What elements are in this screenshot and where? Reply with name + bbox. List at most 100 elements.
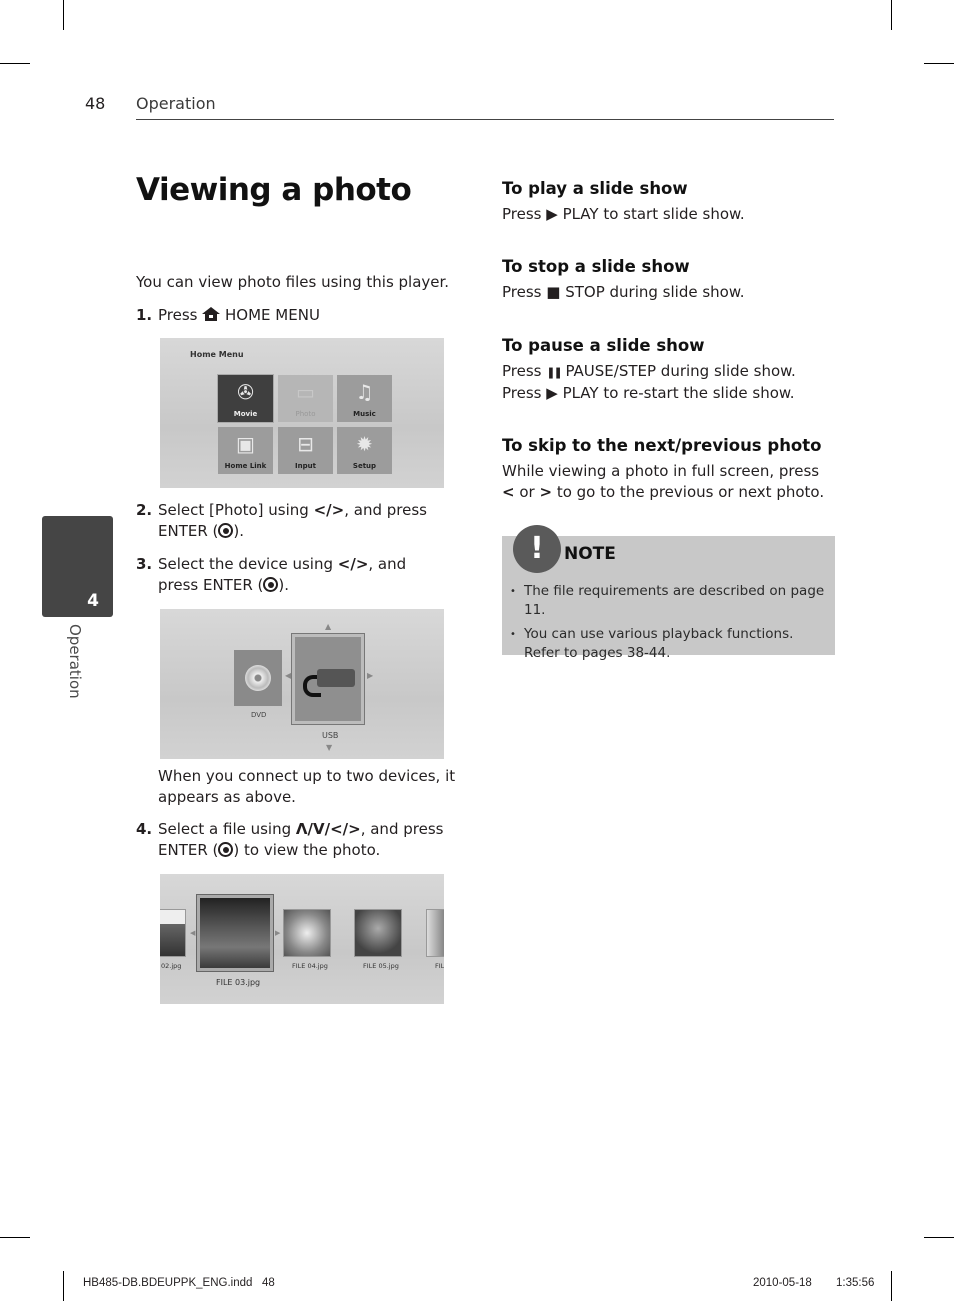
note-item: You can use various playback functions. … xyxy=(510,625,827,663)
section-text: While viewing a photo in full screen, pr… xyxy=(502,462,825,501)
tile-label: Setup xyxy=(352,462,377,470)
crop-mark xyxy=(924,1237,954,1238)
step-text: ). xyxy=(233,522,245,540)
step-number: 3. xyxy=(136,555,153,573)
gear-icon: ✹ xyxy=(356,432,373,456)
device-select-screenshot: DVD ◀ ▶ ▲ USB ▼ xyxy=(160,609,444,759)
left-right-keys: </> xyxy=(313,501,345,519)
step-number: 2. xyxy=(136,501,153,519)
section-text: Press ■ STOP during slide show. xyxy=(502,283,745,301)
page-number: 48 xyxy=(85,94,106,113)
device-label: DVD xyxy=(251,711,267,719)
device-label: USB xyxy=(322,731,339,740)
section-heading: To stop a slide show xyxy=(502,257,690,276)
chevron-up-icon: ▲ xyxy=(325,622,332,631)
step-text: Select a file using xyxy=(158,820,296,838)
home-tile-photo: ▭ Photo xyxy=(278,375,333,422)
home-menu-title: Home Menu xyxy=(190,350,244,359)
intro-text: You can view photo files using this play… xyxy=(136,273,450,291)
section-play-slideshow: To play a slide show Press ▶ PLAY to sta… xyxy=(502,178,837,225)
note-title: NOTE xyxy=(564,544,616,564)
home-tile-music: ♫ Music xyxy=(337,375,392,422)
tile-label: Photo xyxy=(295,410,316,418)
step-3: 3. Select the device using </>, and pres… xyxy=(136,554,446,596)
chevron-left-icon: ◀ xyxy=(190,929,196,937)
step-text: ) to view the photo. xyxy=(233,841,381,859)
file-browser-screenshot: 02.jpg ◀ FILE 03.jpg ▶ FILE 04.jpg FILE … xyxy=(160,874,444,1004)
running-header-section: Operation xyxy=(136,94,216,113)
photo-thumbnail xyxy=(160,909,186,957)
film-reel-icon: ✇ xyxy=(237,380,254,404)
header-rule xyxy=(136,119,834,120)
step-text: Press xyxy=(158,306,203,324)
file-label: FILE 05.jpg xyxy=(363,962,399,970)
section-text: Press ▶ PLAY to re-start the slide show. xyxy=(502,384,795,402)
crop-mark xyxy=(0,1237,30,1238)
note-item: The file requirements are described on p… xyxy=(510,582,827,620)
crop-mark xyxy=(63,0,64,30)
chevron-right-icon: ▶ xyxy=(275,929,281,937)
note-box: ! NOTE The file requirements are describ… xyxy=(502,525,835,661)
home-tile-setup: ✹ Setup xyxy=(337,427,392,474)
footer-filename: HB485-DB.BDEUPPK_ENG.indd 48 xyxy=(83,1277,275,1289)
home-icon xyxy=(202,307,221,321)
chevron-right-icon: ▶ xyxy=(367,671,374,680)
direction-keys: Λ/V/</> xyxy=(295,820,361,838)
photo-thumbnail xyxy=(283,909,331,957)
right-key: > xyxy=(539,483,553,501)
music-note-icon: ♫ xyxy=(355,380,374,404)
enter-icon xyxy=(218,523,234,538)
chevron-left-icon: ◀ xyxy=(285,671,292,680)
photo-thumbnail-selected xyxy=(197,895,273,971)
tile-label: Input xyxy=(295,462,316,470)
photo-thumbnail xyxy=(426,909,444,957)
file-label: 02.jpg xyxy=(161,962,182,970)
enter-icon xyxy=(263,577,279,592)
chevron-down-icon: ▼ xyxy=(326,743,333,752)
exclamation-icon: ! xyxy=(513,525,561,573)
pause-icon: ❚❚ xyxy=(546,366,563,379)
photo-thumbnail xyxy=(354,909,402,957)
device-usb xyxy=(292,634,364,724)
tile-label: Music xyxy=(353,410,376,418)
section-text: Press ❚❚ PAUSE/STEP during slide show. xyxy=(502,362,796,380)
note-list: The file requirements are described on p… xyxy=(510,582,827,668)
crop-mark xyxy=(891,0,892,30)
file-label: FILE 03.jpg xyxy=(216,978,261,987)
step-2: 2. Select [Photo] using </>, and press E… xyxy=(136,500,466,542)
device-caption: When you connect up to two devices, it a… xyxy=(158,767,456,806)
tile-label: Movie xyxy=(233,410,258,418)
home-tile-home-link: ▣ Home Link xyxy=(218,427,273,474)
left-key: < xyxy=(502,483,515,501)
step-number: 1. xyxy=(136,306,153,324)
play-icon: ▶ xyxy=(546,205,558,223)
step-4: 4. Select a file using Λ/V/</>, and pres… xyxy=(136,819,446,861)
section-heading: To play a slide show xyxy=(502,179,688,198)
step-number: 4. xyxy=(136,820,153,838)
section-skip-photo: To skip to the next/previous photo While… xyxy=(502,435,836,503)
step-1: 1. Press HOME MENU xyxy=(136,305,466,326)
step-text: Select the device using xyxy=(158,555,338,573)
footer-time: 1:35:56 xyxy=(836,1277,875,1289)
page-title: Viewing a photo xyxy=(136,172,412,208)
crop-mark xyxy=(0,63,30,64)
section-text: Press ▶ PLAY to start slide show. xyxy=(502,205,745,223)
chapter-tab: 4 xyxy=(42,516,113,617)
home-tile-input: ⊟ Input xyxy=(278,427,333,474)
play-icon: ▶ xyxy=(546,384,558,402)
step-text: ). xyxy=(278,576,289,594)
crop-mark xyxy=(63,1271,64,1301)
tile-label: Home Link xyxy=(224,462,267,470)
section-heading: To skip to the next/previous photo xyxy=(502,436,822,455)
photo-icon: ▭ xyxy=(296,380,315,404)
crop-mark xyxy=(891,1271,892,1301)
step-text: Select [Photo] using xyxy=(158,501,314,519)
stop-icon: ■ xyxy=(546,283,561,301)
step-text: HOME MENU xyxy=(225,306,320,324)
footer-date: 2010-05-18 xyxy=(753,1277,812,1289)
crop-mark xyxy=(924,63,954,64)
enter-icon xyxy=(218,842,234,857)
home-menu-screenshot: Home Menu ✇ Movie ▭ Photo ♫ Music ▣ Home… xyxy=(160,338,444,488)
disc-icon xyxy=(245,665,271,691)
radio-icon: ⊟ xyxy=(297,432,314,456)
